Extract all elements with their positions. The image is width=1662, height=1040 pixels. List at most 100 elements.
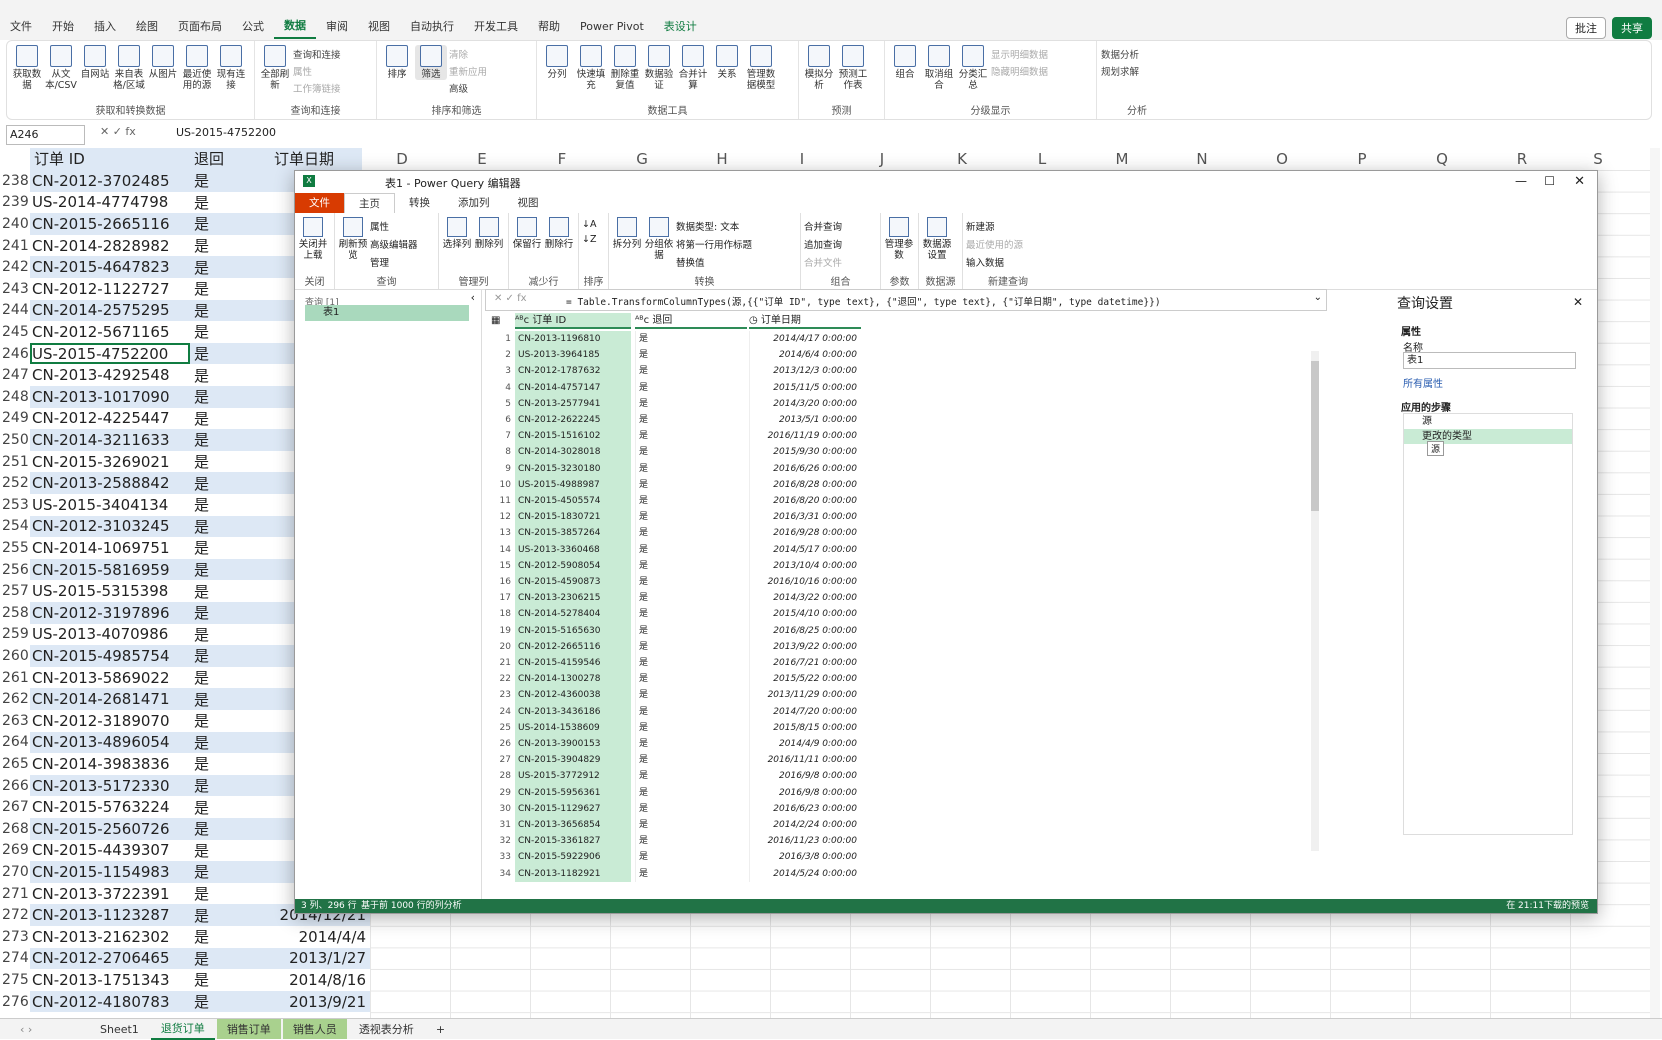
cell-returned[interactable]: 是 [635,671,747,688]
cell-order-date[interactable]: 2014/6/4 0:00:00 [749,347,861,364]
cell-order-id[interactable]: CN-2014-1300278 [515,671,631,688]
cell-returned[interactable]: 是 [190,774,278,797]
cell-order-date[interactable]: 2015/4/10 0:00:00 [749,606,861,623]
what-if-button[interactable]: 模拟分析 [803,45,835,91]
manage-button[interactable]: 管理 [370,255,418,269]
reapply-button[interactable]: 重新应用 [449,64,487,78]
cell-returned[interactable]: 是 [635,784,747,801]
table-row[interactable]: 17 CN-2013-2306215 是 2014/3/22 0:00:00 [491,590,871,607]
cell-order-id[interactable]: CN-2015-1129627 [515,800,631,817]
properties-button[interactable]: 属性 [293,64,341,78]
cell-order-id[interactable]: CN-2015-4505574 [515,493,631,510]
cell-returned[interactable]: 是 [635,736,747,753]
pq-col-header-order-id[interactable]: ᴬᴮc 订单 ID [515,313,631,329]
cell-order-date[interactable]: 2016/8/20 0:00:00 [749,493,861,510]
cell-returned[interactable]: 是 [190,602,278,624]
cell-returned[interactable]: 是 [190,429,278,451]
col-header[interactable]: M [1082,148,1162,170]
cell-order-date[interactable]: 2016/6/26 0:00:00 [749,460,861,477]
cell-returned[interactable]: 是 [635,509,747,526]
cell-returned[interactable]: 是 [190,364,278,386]
col-header[interactable]: R [1482,148,1562,170]
share-button[interactable]: 共享 [1612,17,1652,39]
cell-returned[interactable]: 是 [190,235,278,257]
header-order-id[interactable]: 订单 ID [30,148,190,170]
col-header[interactable]: D [362,148,442,170]
cell-order-id[interactable]: CN-2015-2560726 [30,818,190,840]
manage-data-model-button[interactable]: 管理数据模型 [745,45,777,91]
data-analysis-button[interactable]: 数据分析 [1101,47,1139,61]
cell-order-id[interactable]: US-2015-3404134 [30,494,190,516]
cell-order-id[interactable]: CN-2014-4757147 [515,379,631,396]
cell-order-date[interactable]: 2016/9/28 0:00:00 [749,525,861,542]
cell-returned[interactable]: 是 [190,558,278,581]
cell-returned[interactable]: 是 [190,861,278,883]
cell-order-id[interactable]: CN-2013-3656854 [515,817,631,834]
table-row[interactable]: 33 CN-2015-5922906 是 2016/3/8 0:00:00 [491,849,871,866]
cell-returned[interactable]: 是 [190,753,278,775]
cell-order-id[interactable]: CN-2013-2162302 [30,926,190,948]
cell-order-id[interactable]: CN-2015-2665116 [30,213,190,235]
remove-duplicates-button[interactable]: 删除重复值 [609,45,641,91]
cell-order-id[interactable]: CN-2013-3900153 [515,736,631,753]
show-detail-button[interactable]: 显示明细数据 [991,47,1048,61]
from-picture-button[interactable]: 从图片 [147,45,179,80]
cell-order-id[interactable]: CN-2013-1196810 [515,331,631,348]
pq-tab-add-column[interactable]: 添加列 [444,193,504,213]
cell-order-id[interactable]: CN-2015-4159546 [515,655,631,672]
cell-order-id[interactable]: US-2015-3772912 [515,768,631,785]
cell-returned[interactable]: 是 [190,321,278,343]
cell-order-date[interactable]: 2015/11/5 0:00:00 [749,379,861,396]
table-row[interactable]: 1 CN-2013-1196810 是 2014/4/17 0:00:00 [491,331,871,348]
cell-returned[interactable]: 是 [190,645,278,667]
text-to-columns-button[interactable]: 分列 [541,45,573,80]
collapse-chevron-icon[interactable]: ‹ [471,291,475,304]
cell-order-id[interactable]: CN-2015-5165630 [515,622,631,639]
header-order-date[interactable]: 订单日期 [270,148,362,170]
properties-button[interactable]: 属性 [370,219,418,233]
table-row[interactable]: 16 CN-2015-4590873 是 2016/10/16 0:00:00 [491,574,871,591]
cell-returned[interactable]: 是 [635,444,747,461]
cell-order-date[interactable]: 2014/5/24 0:00:00 [749,865,861,882]
table-row[interactable]: 21 CN-2015-4159546 是 2016/7/21 0:00:00 [491,655,871,672]
table-row[interactable]: 31 CN-2013-3656854 是 2014/2/24 0:00:00 [491,817,871,834]
table-row[interactable]: 5 CN-2013-2577941 是 2014/3/20 0:00:00 [491,395,871,412]
cell-order-date[interactable]: 2013/1/27 [278,947,370,970]
excel-vertical-scrollbar[interactable] [1650,148,1660,1018]
fx-icon[interactable]: ✕ ✓ fx [494,293,527,304]
cell-order-id[interactable]: CN-2012-2706465 [30,947,190,970]
cell-order-id[interactable]: CN-2014-2681471 [30,688,190,710]
table-row[interactable]: 27 CN-2015-3904829 是 2016/11/11 0:00:00 [491,752,871,769]
cell-order-id[interactable]: CN-2013-2588842 [30,472,190,494]
cell-order-id[interactable]: CN-2015-4647823 [30,256,190,278]
header-returned[interactable]: 退回 [190,148,270,170]
col-header[interactable]: I [762,148,842,170]
tab-help[interactable]: 帮助 [528,14,570,40]
pq-vertical-scrollbar[interactable] [1311,351,1319,851]
sheet-tab-returns[interactable]: 退货订单 [150,1018,215,1040]
cell-order-id[interactable]: CN-2014-3983836 [30,753,190,775]
tab-data[interactable]: 数据 [274,15,316,39]
status-profiling[interactable]: 基于前 1000 行的列分析 [361,899,462,913]
filter-button[interactable]: 筛选 [415,45,447,80]
cell-order-id[interactable]: CN-2014-2575295 [30,299,190,322]
cell-order-date[interactable]: 2016/7/21 0:00:00 [749,655,861,672]
sort-asc-icon[interactable]: ↓A [582,219,596,230]
cell-returned[interactable]: 是 [190,840,278,862]
refresh-all-button[interactable]: 全部刷新 [259,45,291,91]
cell-returned[interactable]: 是 [190,710,278,732]
ungroup-button[interactable]: 取消组合 [923,45,955,91]
cell-order-date[interactable]: 2016/6/23 0:00:00 [749,800,861,817]
tab-page-layout[interactable]: 页面布局 [168,14,232,40]
cell-order-date[interactable]: 2014/3/22 0:00:00 [749,590,861,607]
cell-order-date[interactable]: 2013/10/4 0:00:00 [749,557,861,574]
consolidate-button[interactable]: 合并计算 [677,45,709,91]
cell-order-id[interactable]: US-2014-1538609 [515,719,631,736]
cell-returned[interactable]: 是 [190,342,278,365]
existing-connections-button[interactable]: 现有连接 [215,45,247,91]
cell-returned[interactable]: 是 [635,719,747,736]
tab-automate[interactable]: 自动执行 [400,14,464,40]
cell-order-id[interactable]: CN-2015-4985754 [30,645,190,667]
pq-tab-transform[interactable]: 转换 [395,193,444,213]
cell-order-date[interactable]: 2016/8/28 0:00:00 [749,476,861,493]
